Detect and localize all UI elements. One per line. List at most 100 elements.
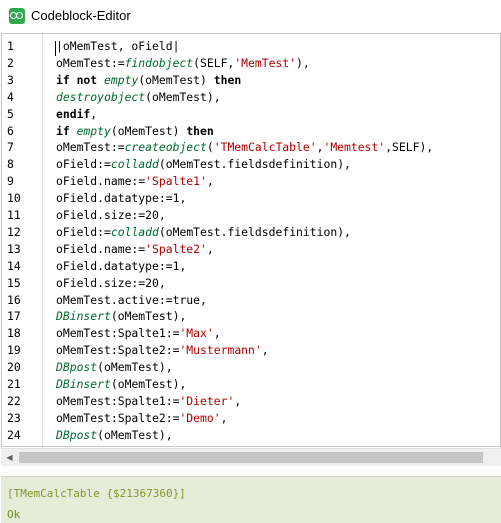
code-token: oMemTest:Spalte1:= bbox=[56, 393, 180, 408]
code-token: (oMemTest.fieldsdefinition), bbox=[158, 157, 351, 172]
code-line[interactable]: 19 oMemTest:Spalte2:='Mustermann', bbox=[2, 342, 500, 358]
function-token: empty bbox=[76, 123, 111, 138]
line-number: 1 bbox=[7, 39, 14, 53]
code-line[interactable]: 9 oField.name:='Spalte1', bbox=[2, 173, 500, 189]
line-number: 18 bbox=[7, 326, 21, 341]
code-line[interactable]: 3 if not empty(oMemTest) then bbox=[2, 72, 500, 88]
code-line[interactable]: 23 oMemTest:Spalte2:='Demo', bbox=[2, 410, 500, 426]
code-token: oField.datatype:=1, bbox=[56, 258, 187, 273]
code-token: (oMemTest) bbox=[138, 72, 214, 87]
code-line[interactable]: 25 endif, bbox=[2, 444, 500, 446]
code-line[interactable]: 1 |oMemTest, oField| bbox=[2, 38, 500, 56]
function-token: DBinsert bbox=[56, 377, 111, 391]
status-message: Ok bbox=[7, 508, 21, 521]
function-token: colladd bbox=[110, 224, 159, 239]
line-number: 15 bbox=[7, 275, 21, 290]
codeblock-app-icon bbox=[9, 8, 25, 24]
string-token: 'TMemCalcTable' bbox=[213, 140, 317, 155]
code-token: oMemTest:Spalte1:= bbox=[56, 326, 180, 341]
line-code: oField.size:=20, bbox=[56, 275, 166, 291]
line-number: 24 bbox=[7, 427, 21, 442]
line-number: 16 bbox=[7, 292, 21, 307]
line-code: oField.datatype:=1, bbox=[56, 258, 186, 274]
code-line[interactable]: 4 destroyobject(oMemTest), bbox=[2, 89, 500, 105]
function-token: empty bbox=[104, 72, 139, 87]
code-line[interactable]: 20 DBpost(oMemTest), bbox=[2, 359, 500, 375]
line-number: 25 bbox=[7, 444, 37, 446]
horizontal-scrollbar[interactable]: ◀ bbox=[1, 448, 501, 466]
code-token: (oMemTest), bbox=[97, 360, 173, 375]
code-token: (oMemTest), bbox=[145, 89, 221, 104]
function-token: destroyobject bbox=[56, 89, 146, 104]
code-token: oField.name:= bbox=[56, 241, 146, 256]
string-token: 'Spalte2' bbox=[145, 241, 207, 256]
keyword-token: if bbox=[56, 123, 77, 138]
line-number: 12 bbox=[7, 224, 21, 239]
code-token: ,SELF), bbox=[385, 140, 434, 155]
function-token: findobject bbox=[124, 55, 194, 70]
code-token: oMemTest:Spalte2:= bbox=[56, 343, 180, 358]
code-token: , bbox=[220, 410, 228, 425]
code-token: , bbox=[234, 393, 242, 408]
code-token: , bbox=[261, 343, 269, 358]
line-number: 13 bbox=[7, 241, 21, 256]
code-line[interactable]: 24 DBpost(oMemTest), bbox=[2, 427, 500, 443]
code-token: oField:= bbox=[56, 224, 111, 239]
code-line[interactable]: 8 oField:=colladd(oMemTest.fieldsdefiniti… bbox=[2, 156, 500, 172]
code-token: oMemTest:= bbox=[56, 55, 125, 70]
code-token: ), bbox=[296, 55, 310, 70]
code-token: ( bbox=[206, 140, 214, 155]
line-code: DBpost(oMemTest), bbox=[56, 359, 173, 375]
function-token: DBinsert bbox=[56, 309, 111, 324]
line-code: oMemTest:Spalte2:='Demo', bbox=[56, 410, 227, 426]
line-number: 10 bbox=[7, 191, 21, 206]
scrollbar-thumb[interactable] bbox=[19, 452, 483, 463]
code-line[interactable]: 5 endif, bbox=[2, 106, 500, 122]
result-value: [TMemCalcTable {$21367360}] bbox=[7, 487, 186, 500]
line-number: 7 bbox=[7, 140, 14, 155]
code-line[interactable]: 2 oMemTest:=findobject(SELF,'MemTest'), bbox=[2, 55, 500, 71]
code-line[interactable]: 12 oField:=colladd(oMemTest.fieldsdefinit… bbox=[2, 224, 500, 240]
code-token: (oMemTest), bbox=[97, 427, 173, 442]
line-code: destroyobject(oMemTest), bbox=[56, 89, 221, 105]
code-token: , bbox=[213, 326, 221, 341]
line-code: oMemTest:Spalte1:='Dieter', bbox=[56, 393, 241, 409]
string-token: 'MemTest' bbox=[234, 55, 297, 70]
line-number: 4 bbox=[7, 89, 14, 104]
function-token: DBpost bbox=[56, 427, 98, 442]
line-code: DBpost(oMemTest), bbox=[56, 427, 173, 443]
code-line[interactable]: 21 DBinsert(oMemTest), bbox=[2, 376, 500, 392]
code-token: oField.size:=20, bbox=[56, 208, 166, 222]
title-bar[interactable]: Codeblock-Editor bbox=[0, 0, 501, 32]
line-code: oField.name:='Spalte2', bbox=[56, 241, 214, 257]
code-line[interactable]: 18 oMemTest:Spalte1:='Max', bbox=[2, 325, 500, 341]
code-line[interactable]: 7 oMemTest:=createobject('TMemCalcTable',… bbox=[2, 139, 500, 155]
line-number: 20 bbox=[7, 360, 21, 375]
code-line[interactable]: 15 oField.size:=20, bbox=[2, 275, 500, 291]
line-number: 17 bbox=[7, 309, 21, 324]
code-line[interactable]: 22 oMemTest:Spalte1:='Dieter', bbox=[2, 393, 500, 409]
code-editor[interactable]: 1 |oMemTest, oField| 2 oMemTest:=findobject… bbox=[1, 33, 501, 447]
line-code: if not empty(oMemTest) then bbox=[56, 72, 241, 88]
code-line[interactable]: 14 oField.datatype:=1, bbox=[2, 258, 500, 274]
keyword-token: endif bbox=[56, 106, 91, 121]
keyword-token: then bbox=[186, 123, 214, 138]
code-line[interactable]: 6 if empty(oMemTest) then bbox=[2, 123, 500, 139]
scroll-left-arrow-icon[interactable]: ◀ bbox=[1, 449, 18, 466]
code-line[interactable]: 17 DBinsert(oMemTest), bbox=[2, 308, 500, 324]
code-token: oMemTest:= bbox=[56, 140, 125, 155]
string-token: 'Mustermann' bbox=[179, 343, 262, 358]
line-code: DBinsert(oMemTest), bbox=[56, 376, 186, 392]
keyword-token: if not bbox=[56, 72, 105, 87]
code-token: , bbox=[90, 106, 98, 121]
line-number: 6 bbox=[7, 123, 14, 138]
code-token: |oMemTest, oField| bbox=[56, 39, 180, 53]
string-token: 'Spalte1' bbox=[145, 174, 207, 189]
code-token: oField.name:= bbox=[56, 174, 146, 189]
code-line[interactable]: 11 oField.size:=20, bbox=[2, 207, 500, 223]
code-line[interactable]: 13 oField.name:='Spalte2', bbox=[2, 241, 500, 257]
code-line[interactable]: 16 oMemTest.active:=true, bbox=[2, 292, 500, 308]
line-number: 22 bbox=[7, 393, 21, 408]
line-number: 3 bbox=[7, 72, 14, 87]
code-line[interactable]: 10 oField.datatype:=1, bbox=[2, 190, 500, 206]
